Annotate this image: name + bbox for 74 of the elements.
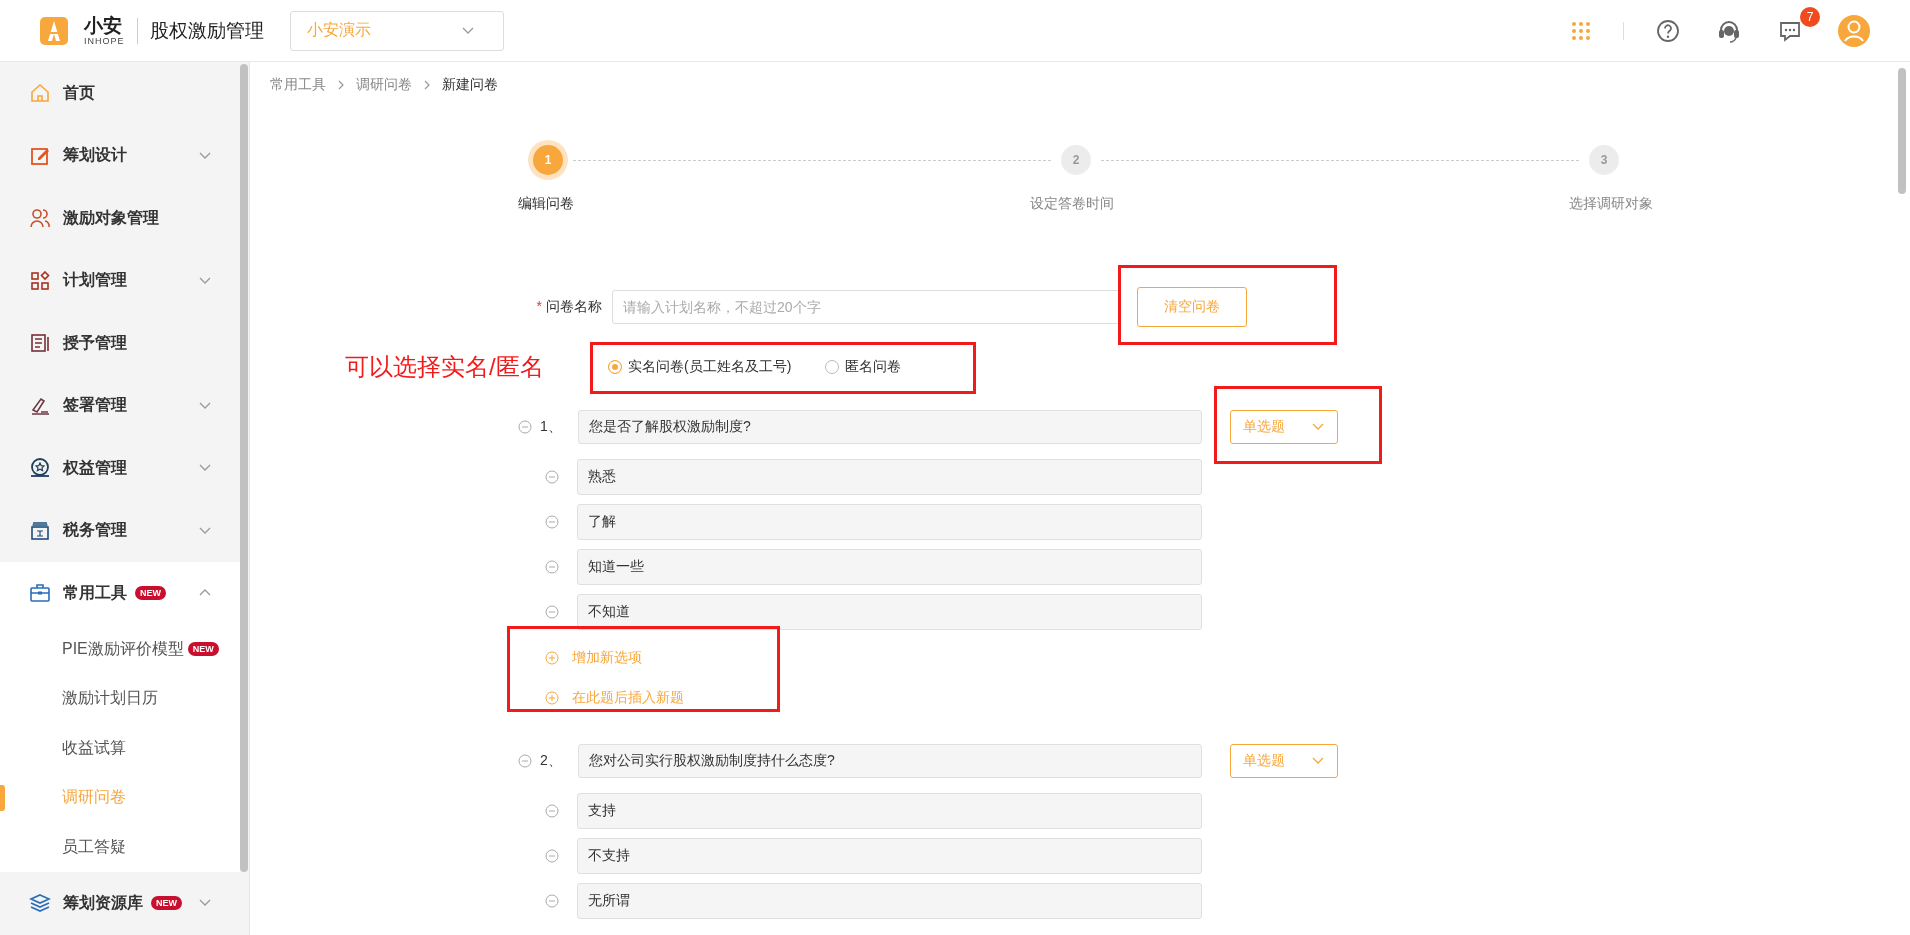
question-field[interactable]: 您对公司实行股权激励制度持什么态度? (578, 744, 1202, 778)
remove-icon[interactable] (545, 849, 559, 863)
layers-icon (29, 892, 51, 915)
name-input-field[interactable]: 请输入计划名称，不超过20个字 (612, 290, 1120, 324)
add-icon[interactable] (545, 691, 559, 705)
option-field[interactable]: 支持 (577, 793, 1202, 829)
option-field[interactable]: 不支持 (577, 838, 1202, 874)
annotation-text: 可以选择实名/匿名 (345, 352, 545, 382)
sidebar-subitem[interactable]: PIE激励评价模型 NEW (0, 624, 240, 674)
option-field[interactable]: 无所谓 (577, 883, 1202, 919)
breadcrumb-item[interactable]: 调研问卷 (356, 76, 412, 94)
apps-grid-icon[interactable] (1571, 20, 1591, 41)
document-icon (29, 332, 51, 355)
step-label: 编辑问卷 (518, 195, 574, 213)
question-number: 2、 (539, 752, 563, 770)
logo-name: 小安 (84, 15, 123, 35)
sidebar-item[interactable]: 权益管理 (0, 437, 240, 500)
sidebar-item[interactable]: 签署管理 (0, 374, 240, 437)
remove-icon[interactable] (545, 560, 559, 574)
question-field[interactable]: 您是否了解股权激励制度? (578, 410, 1202, 444)
option-field[interactable]: 知道一些 (577, 549, 1202, 585)
radio-button[interactable] (608, 360, 622, 374)
question-number: 1、 (539, 418, 563, 436)
remove-icon[interactable] (518, 420, 532, 434)
blocks-icon (29, 269, 51, 292)
sidebar-subitem[interactable]: 员工答疑 (0, 822, 240, 872)
help-icon[interactable] (1656, 18, 1680, 43)
option-field[interactable]: 熟悉 (577, 459, 1202, 495)
step-label: 选择调研对象 (1569, 195, 1653, 213)
remove-icon[interactable] (545, 894, 559, 908)
sidebar-item[interactable]: 激励对象管理 (0, 187, 240, 250)
people-icon (29, 207, 51, 230)
sidebar-item[interactable]: 首页 (0, 62, 240, 125)
radio-option[interactable]: 实名问卷(员工姓名及工号) (608, 358, 792, 376)
chevron-right-icon (422, 79, 432, 91)
sidebar-item[interactable]: 筹划设计 (0, 124, 240, 187)
avatar-icon[interactable] (1838, 14, 1870, 47)
sidebar-item[interactable]: 计划管理 (0, 249, 240, 312)
scrollbar-thumb[interactable] (1898, 68, 1906, 194)
step-number: 3 (1589, 145, 1619, 175)
logo-subtitle: INHOPE (84, 36, 125, 46)
option-field[interactable]: 不知道 (577, 594, 1202, 630)
remove-icon[interactable] (518, 754, 532, 768)
new-badge: NEW (151, 896, 182, 911)
remove-icon[interactable] (545, 804, 559, 818)
sidebar-subitem[interactable]: 收益试算 (0, 723, 240, 773)
radio-option[interactable]: 匿名问卷 (825, 358, 902, 376)
required-mark: * (536, 298, 542, 316)
breadcrumb-item[interactable]: 常用工具 (270, 76, 326, 94)
sidebar-item[interactable]: 常用工具 NEW (0, 562, 240, 625)
app-title: 股权激励管理 (136, 17, 264, 44)
add-icon[interactable] (545, 651, 559, 665)
tax-box-icon (29, 519, 51, 542)
step-label: 设定答卷时间 (1029, 195, 1114, 213)
sidebar-item[interactable]: 授予管理 (0, 312, 240, 375)
remove-icon[interactable] (545, 515, 559, 529)
remove-icon[interactable] (545, 470, 559, 484)
tower-logo-icon (40, 16, 68, 45)
new-badge: NEW (135, 586, 166, 601)
house-icon (29, 82, 51, 105)
remove-icon[interactable] (545, 605, 559, 619)
sidebar-subitem[interactable]: 激励计划日历 (0, 674, 240, 724)
scrollbar-thumb[interactable] (240, 64, 248, 872)
sidebar-item[interactable]: 税务管理 (0, 499, 240, 562)
chevron-right-icon (336, 79, 346, 91)
breadcrumb-item: 新建问卷 (442, 76, 498, 94)
selection-indicator (0, 785, 5, 811)
sidebar-item[interactable]: 筹划资源库 NEW (0, 872, 240, 935)
notification-badge: 7 (1800, 6, 1820, 27)
field-label: 问卷名称 (546, 298, 602, 316)
step-number: 2 (1061, 145, 1091, 175)
toolbox-icon (29, 582, 51, 605)
new-badge: NEW (187, 642, 219, 657)
option-field[interactable]: 了解 (577, 504, 1202, 540)
